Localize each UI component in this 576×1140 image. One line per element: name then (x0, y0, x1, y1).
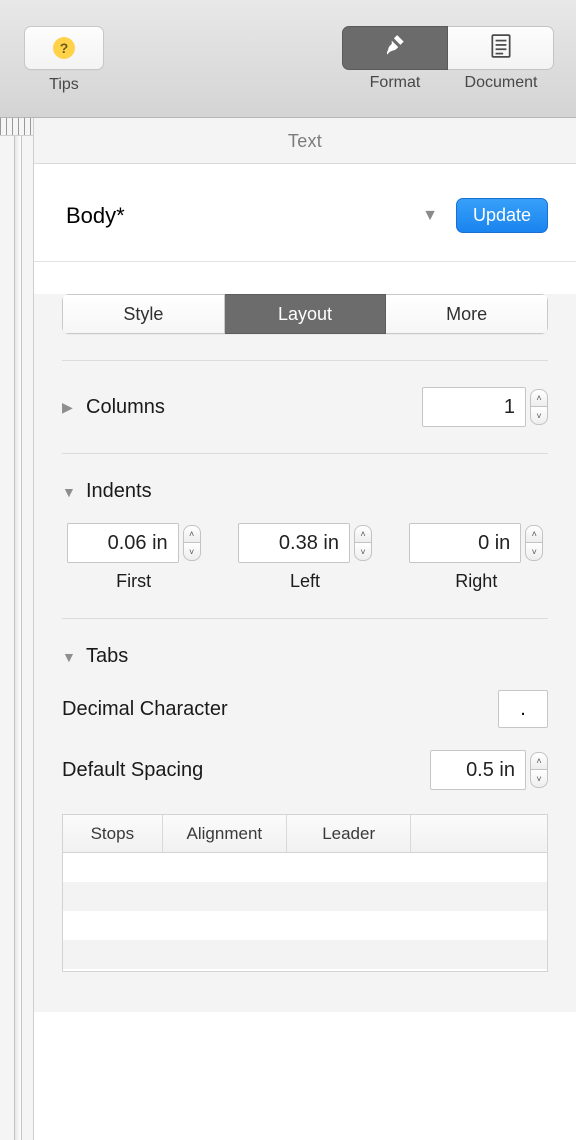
columns-stepper: ˄ ˅ (530, 389, 548, 425)
tab-layout[interactable]: Layout (225, 294, 387, 334)
document-label: Document (448, 74, 554, 92)
tab-more[interactable]: More (386, 294, 548, 334)
stepper-up[interactable]: ˄ (530, 389, 548, 407)
col-stops[interactable]: Stops (63, 815, 163, 852)
indent-left: ˄ ˅ Left (233, 523, 376, 592)
indent-left-input[interactable] (238, 523, 350, 563)
indents-section: ▼ Indents ˄ ˅ First (34, 454, 576, 592)
stepper-up[interactable]: ˄ (183, 525, 201, 543)
tips-button[interactable]: ? (24, 26, 104, 70)
brush-icon (382, 33, 408, 64)
stepper-down[interactable]: ˅ (183, 543, 201, 561)
panel-title: Text (34, 118, 576, 164)
col-leader[interactable]: Leader (287, 815, 411, 852)
columns-field: ˄ ˅ (422, 387, 548, 427)
indents-title: Indents (86, 480, 152, 503)
indent-first-label: First (62, 571, 205, 592)
stepper-down[interactable]: ˅ (525, 543, 543, 561)
indent-right-input[interactable] (409, 523, 521, 563)
inspector-panel: Text Body* ▼ Update Style Layout More ▶ … (34, 118, 576, 1140)
tabs-table-header: Stops Alignment Leader (63, 815, 547, 853)
disclosure-right-icon: ▶ (62, 399, 76, 416)
document-icon (490, 33, 512, 64)
table-row[interactable] (63, 882, 547, 911)
table-row[interactable] (63, 853, 547, 882)
default-spacing-stepper: ˄ ˅ (530, 752, 548, 788)
stepper-down[interactable]: ˅ (530, 770, 548, 788)
stepper-up[interactable]: ˄ (530, 752, 548, 770)
default-spacing-row: Default Spacing ˄ ˅ (62, 750, 548, 790)
tips-group: ? Tips (24, 26, 104, 94)
tabs-table: Stops Alignment Leader (62, 814, 548, 972)
stepper-down[interactable]: ˅ (354, 543, 372, 561)
ruler (0, 118, 34, 1140)
indent-first-input[interactable] (67, 523, 179, 563)
question-icon: ? (53, 37, 75, 59)
toolbar: ? Tips Format Document (0, 0, 576, 118)
page-edge (14, 136, 22, 1140)
default-spacing-label: Default Spacing (62, 759, 203, 782)
format-button[interactable] (342, 26, 448, 70)
indent-right-stepper: ˄ ˅ (525, 525, 543, 561)
inspector-mode-labels: Format Document (342, 74, 554, 92)
tab-style[interactable]: Style (62, 294, 225, 334)
stepper-up[interactable]: ˄ (354, 525, 372, 543)
paragraph-style-row: Body* ▼ Update (34, 164, 576, 262)
disclosure-down-icon: ▼ (62, 649, 76, 665)
tabs-header[interactable]: ▼ Tabs (62, 645, 548, 668)
col-tail (411, 815, 547, 852)
tabs-table-body[interactable] (63, 853, 547, 971)
ruler-ticks (0, 118, 33, 136)
disclosure-down-icon: ▼ (62, 484, 76, 500)
columns-title: Columns (86, 396, 165, 419)
inspector-mode-segment (342, 26, 554, 70)
layout-body: Style Layout More ▶ Columns ˄ ˅ (34, 294, 576, 1012)
chevron-down-icon[interactable]: ▼ (422, 207, 438, 225)
stepper-up[interactable]: ˄ (525, 525, 543, 543)
stepper-down[interactable]: ˅ (530, 407, 548, 425)
tips-label: Tips (24, 76, 104, 94)
table-row[interactable] (63, 911, 547, 940)
columns-input[interactable] (422, 387, 526, 427)
tabs-section: ▼ Tabs Decimal Character Default Spacing… (34, 619, 576, 790)
indent-first-stepper: ˄ ˅ (183, 525, 201, 561)
decimal-char-row: Decimal Character (62, 690, 548, 728)
columns-header[interactable]: ▶ Columns (62, 396, 165, 419)
text-subpanel-segment: Style Layout More (62, 294, 548, 334)
indent-first: ˄ ˅ First (62, 523, 205, 592)
indent-left-label: Left (233, 571, 376, 592)
indents-row: ˄ ˅ First ˄ ˅ (62, 523, 548, 592)
indent-right: ˄ ˅ Right (405, 523, 548, 592)
paragraph-style-name[interactable]: Body* (66, 203, 422, 229)
decimal-char-label: Decimal Character (62, 698, 228, 721)
document-button[interactable] (448, 26, 554, 70)
indent-left-stepper: ˄ ˅ (354, 525, 372, 561)
content: Text Body* ▼ Update Style Layout More ▶ … (0, 118, 576, 1140)
default-spacing-input[interactable] (430, 750, 526, 790)
tabs-title: Tabs (86, 645, 128, 668)
format-label: Format (342, 74, 448, 92)
col-alignment[interactable]: Alignment (163, 815, 287, 852)
table-row[interactable] (63, 940, 547, 969)
update-style-button[interactable]: Update (456, 198, 548, 233)
indent-right-label: Right (405, 571, 548, 592)
decimal-char-input[interactable] (498, 690, 548, 728)
columns-section: ▶ Columns ˄ ˅ (34, 361, 576, 427)
indents-header[interactable]: ▼ Indents (62, 480, 548, 503)
